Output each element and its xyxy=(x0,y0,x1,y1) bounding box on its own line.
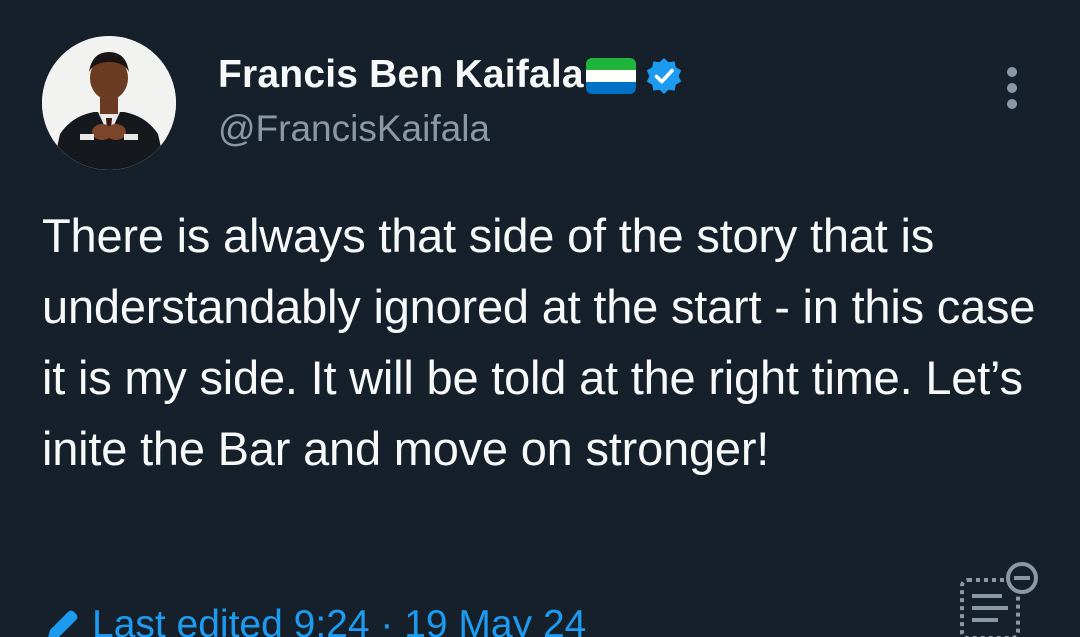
sierra-leone-flag-icon xyxy=(585,58,636,94)
tweet-text: There is always that side of the story t… xyxy=(42,209,1036,475)
community-notes-icon[interactable] xyxy=(956,560,1042,637)
pencil-icon xyxy=(42,604,84,637)
author-handle[interactable]: @FrancisKaifala xyxy=(218,108,490,150)
tweet-card: Francis Ben Kaifala @FrancisKaifala Ther… xyxy=(0,0,1080,637)
last-edited-text[interactable]: Last edited 9:24 · 19 May 24 xyxy=(92,603,586,637)
author-name-row[interactable]: Francis Ben Kaifala xyxy=(218,52,684,98)
more-vertical-icon[interactable] xyxy=(996,64,1028,118)
author-display-name[interactable]: Francis Ben Kaifala xyxy=(218,53,584,97)
last-edited-link[interactable]: Last edited 9:24 · 19 May 24 xyxy=(42,600,586,637)
avatar[interactable] xyxy=(42,36,176,170)
verified-badge-icon[interactable] xyxy=(644,56,684,96)
